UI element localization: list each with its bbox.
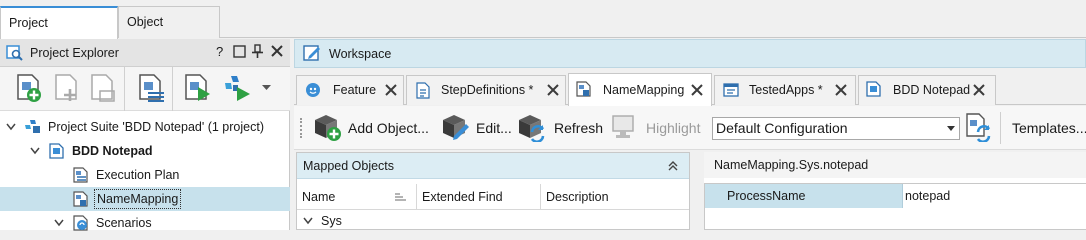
column-header-name[interactable]: Name — [297, 184, 417, 210]
tab-label: NameMapping — [603, 83, 685, 97]
top-tab-bar: Project Workspace Object Browser — [0, 0, 1086, 60]
project-explorer-panel: Project Explorer ? Project Suite 'BDD No… — [0, 39, 290, 231]
project-icon — [48, 143, 66, 159]
add-existing-item-icon[interactable] — [52, 73, 82, 103]
configuration-value: Default Configuration — [716, 120, 848, 136]
float-button[interactable] — [233, 45, 246, 58]
property-name: ProcessName — [727, 189, 806, 203]
project-icon — [865, 81, 883, 97]
workspace-icon — [303, 44, 321, 62]
project-suite-icon — [24, 119, 42, 135]
tab-testedapps[interactable]: TestedApps * — [714, 75, 856, 105]
tab-bdd-notepad[interactable]: BDD Notepad — [858, 75, 996, 105]
tab-project-workspace[interactable]: Project Workspace — [0, 6, 118, 60]
templates-button[interactable]: Templates... — [1012, 120, 1086, 136]
run-project-icon[interactable] — [222, 73, 252, 103]
project-explorer-toolbar — [0, 67, 290, 111]
close-tab-icon[interactable] — [547, 84, 559, 96]
mapped-objects-title: Mapped Objects — [303, 159, 395, 173]
tab-label: BDD Notepad — [893, 83, 971, 97]
refresh-icon[interactable] — [516, 112, 546, 142]
chevron-down-icon[interactable] — [262, 85, 271, 91]
expand-chevron-icon[interactable] — [54, 219, 64, 227]
highlight-icon[interactable] — [610, 112, 638, 142]
tab-stepdefinitions[interactable]: StepDefinitions * — [406, 75, 566, 105]
add-object-button[interactable]: Add Object... — [348, 120, 429, 136]
toolbar-grip — [300, 118, 302, 138]
feature-icon — [305, 82, 321, 98]
toolbar-divider — [172, 67, 173, 111]
expand-chevron-icon[interactable] — [30, 147, 40, 155]
tab-label: Feature — [333, 83, 377, 97]
sort-icon[interactable] — [395, 193, 407, 202]
run-test-icon[interactable] — [182, 73, 212, 103]
expand-chevron-icon[interactable] — [6, 123, 16, 131]
edit-icon[interactable] — [440, 112, 470, 142]
tree-item-scenarios[interactable]: Scenarios — [0, 211, 290, 235]
close-icon[interactable] — [271, 45, 283, 57]
tested-apps-icon — [723, 82, 739, 98]
add-new-item-icon[interactable] — [14, 73, 44, 103]
mapped-objects-header: Mapped Objects — [297, 153, 689, 179]
expand-chevron-icon[interactable] — [303, 217, 313, 225]
workspace-title: Workspace — [329, 47, 392, 61]
tree-label: BDD Notepad — [72, 144, 153, 158]
toolbar-divider — [124, 67, 125, 111]
property-grid: ProcessName notepad — [704, 183, 1086, 230]
property-value[interactable]: notepad — [905, 189, 950, 203]
collapse-panel-icon[interactable] — [667, 160, 679, 172]
pin-icon[interactable] — [251, 44, 264, 58]
refresh-button[interactable]: Refresh — [554, 120, 603, 136]
namemapping-toolbar: Add Object... Edit... Refresh Highlight … — [294, 106, 1086, 150]
tree-label: Scenarios — [96, 216, 152, 230]
tab-object-browser[interactable]: Object Browser — [118, 6, 220, 59]
tab-label: TestedApps * — [749, 83, 823, 97]
scenarios-icon — [72, 215, 90, 231]
property-row[interactable]: ProcessName notepad — [705, 184, 1086, 208]
configuration-select[interactable]: Default Configuration — [712, 117, 960, 140]
tab-label: StepDefinitions * — [441, 83, 534, 97]
column-label: Name — [302, 190, 336, 204]
tab-feature[interactable]: Feature — [296, 75, 404, 105]
column-header-extended-find[interactable]: Extended Find — [417, 184, 541, 210]
chevron-down-icon — [947, 126, 955, 131]
tree-label: NameMapping — [94, 189, 182, 209]
edit-button[interactable]: Edit... — [476, 120, 512, 136]
mapped-objects-panel: Mapped Objects Name Extended Find Descri… — [296, 152, 690, 230]
highlight-button[interactable]: Highlight — [646, 120, 700, 136]
object-properties-panel: NameMapping.Sys.notepad ProcessName note… — [704, 152, 1086, 230]
close-tab-icon[interactable] — [835, 84, 847, 96]
tree-item-project-suite[interactable]: Project Suite 'BDD Notepad' (1 project) — [0, 115, 290, 139]
object-path: NameMapping.Sys.notepad — [704, 152, 1086, 178]
toolbar-divider — [1000, 112, 1001, 144]
project-explorer-icon — [6, 45, 24, 61]
remove-item-icon[interactable] — [88, 73, 118, 103]
tree-item-project[interactable]: BDD Notepad — [0, 139, 290, 163]
add-object-icon[interactable] — [312, 112, 342, 142]
document-tab-bar: Feature StepDefinitions * NameMapping Te… — [294, 71, 1086, 106]
project-explorer-header: Project Explorer ? — [0, 39, 290, 67]
help-button[interactable]: ? — [216, 44, 223, 59]
close-tab-icon[interactable] — [691, 84, 703, 96]
tree-item-namemapping[interactable]: NameMapping — [0, 187, 290, 211]
tree-label: Project Suite 'BDD Notepad' (1 project) — [48, 120, 264, 134]
project-explorer-title: Project Explorer — [30, 46, 119, 60]
close-tab-icon[interactable] — [973, 84, 985, 96]
configurations-icon[interactable] — [964, 112, 994, 142]
tree-label: Execution Plan — [96, 168, 180, 182]
tree-row-sys[interactable]: Sys — [297, 211, 689, 231]
name-mapping-icon — [575, 81, 593, 97]
tab-namemapping[interactable]: NameMapping — [568, 73, 712, 106]
properties-icon[interactable] — [136, 73, 166, 103]
close-tab-icon[interactable] — [385, 84, 397, 96]
column-header-description[interactable]: Description — [541, 184, 689, 210]
tree-label: Sys — [321, 214, 342, 228]
script-icon — [415, 82, 431, 99]
name-mapping-icon — [72, 191, 90, 207]
execution-plan-icon — [72, 167, 90, 183]
tree-item-execution-plan[interactable]: Execution Plan — [0, 163, 290, 187]
workspace-header: Workspace — [294, 39, 1086, 68]
